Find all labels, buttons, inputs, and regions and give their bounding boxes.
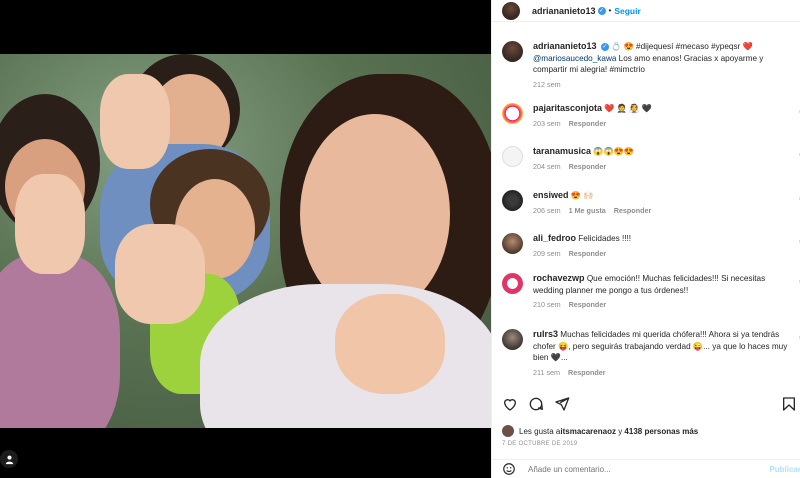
comment-username[interactable]: ensiwed [533, 190, 569, 200]
emoji-icon[interactable] [502, 462, 516, 476]
post-details-panel: adriananieto13 ✓ • Seguir adriananieto13… [491, 0, 800, 478]
comments-list[interactable]: adriananieto13 ✓ 💍 😍 #dijequesí #mecaso … [492, 33, 800, 393]
comment-item: ensiwed 😍 🙌🏻 206 sem 1 Me gusta Responder … [492, 190, 800, 215]
reply-button[interactable]: Responder [569, 119, 607, 128]
comment-username[interactable]: pajaritasconjota [533, 103, 602, 113]
verified-icon: ✓ [600, 42, 609, 51]
likes-summary: Les gusta a itsmacarenaoz y 4138 persona… [502, 425, 698, 437]
comment-username[interactable]: rulrs3 [533, 329, 558, 339]
instagram-post-viewer: adriananieto13 ✓ • Seguir adriananieto13… [0, 0, 800, 478]
comment-username[interactable]: ali_fedroo [533, 233, 576, 243]
comment-text: 😱😱😍😍 [593, 147, 635, 156]
comment-item: rulrs3 Muchas felicidades mi querida chó… [492, 329, 800, 377]
mention-link[interactable]: @mariosaucedo_kawa [533, 54, 616, 63]
avatar[interactable] [502, 103, 523, 124]
comment-text: ❤️ 🤵 👰 🖤 [604, 104, 652, 113]
comment-item: rochavezwp Que emoción!! Muchas felicida… [492, 273, 800, 309]
avatar[interactable] [502, 425, 514, 437]
user-tag-icon[interactable] [0, 450, 18, 468]
likes-middle: y [615, 426, 625, 436]
media-panel [0, 0, 491, 478]
avatar[interactable] [502, 329, 523, 350]
reply-button[interactable]: Responder [569, 249, 607, 258]
likes-prefix: Les gusta a [519, 426, 561, 436]
reply-button[interactable]: Responder [614, 206, 652, 215]
reply-button[interactable]: Responder [569, 162, 607, 171]
avatar[interactable] [502, 190, 523, 211]
likes-count-link[interactable]: 4138 personas más [624, 427, 698, 436]
comment-item: ali_fedroo Felicidades !!!! 209 sem Respo… [492, 233, 800, 258]
bookmark-icon[interactable] [781, 396, 797, 412]
post-header: adriananieto13 ✓ • Seguir [492, 0, 800, 22]
share-icon[interactable] [554, 396, 570, 412]
follow-button[interactable]: Seguir [614, 6, 640, 16]
avatar[interactable] [502, 233, 523, 254]
timestamp[interactable]: 211 sem [533, 368, 560, 377]
comment-icon[interactable] [528, 396, 544, 412]
comment-username[interactable]: taranamusica [533, 146, 591, 156]
comment-item: taranamusica 😱😱😍😍 204 semResponder ♡ [492, 146, 800, 171]
avatar[interactable] [502, 41, 523, 62]
timestamp[interactable]: 209 sem [533, 249, 561, 258]
timestamp[interactable]: 212 sem [533, 80, 561, 89]
action-bar [502, 396, 800, 414]
comment-item: pajaritasconjota ❤️ 🤵 👰 🖤 203 sem Respond… [492, 103, 800, 128]
avatar[interactable] [502, 146, 523, 167]
avatar[interactable] [502, 273, 523, 294]
verified-icon: ✓ [597, 6, 606, 15]
post-photo[interactable] [0, 54, 491, 428]
heart-icon[interactable] [502, 396, 518, 412]
caption-username[interactable]: adriananieto13 [533, 41, 597, 51]
timestamp[interactable]: 210 sem [533, 300, 561, 309]
reply-button[interactable]: Responder [568, 368, 606, 377]
comment-input[interactable] [528, 464, 728, 474]
comment-username[interactable]: rochavezwp [533, 273, 585, 283]
publish-button[interactable]: Publicar [769, 465, 800, 474]
comment-text: Muchas felicidades mi querida chófera!!!… [533, 330, 788, 362]
comment-text: 😍 🙌🏻 [570, 191, 594, 200]
avatar[interactable] [502, 1, 520, 20]
likes-count[interactable]: 1 Me gusta [569, 206, 606, 215]
caption-text: 💍 😍 #dijequesí #mecaso #ypeqsr ❤️ [611, 42, 753, 51]
add-comment-bar: Publicar [492, 459, 800, 478]
caption: adriananieto13 ✓ 💍 😍 #dijequesí #mecaso … [492, 41, 800, 89]
post-date[interactable]: 7 DE OCTUBRE DE 2019 [502, 441, 577, 447]
timestamp[interactable]: 203 sem [533, 119, 561, 128]
comment-text: Felicidades !!!! [578, 234, 632, 243]
reply-button[interactable]: Responder [569, 300, 607, 309]
header-username[interactable]: adriananieto13 [532, 6, 596, 16]
timestamp[interactable]: 206 sem [533, 206, 561, 215]
timestamp[interactable]: 204 sem [533, 162, 561, 171]
likes-user-link[interactable]: itsmacarenaoz [560, 427, 616, 436]
